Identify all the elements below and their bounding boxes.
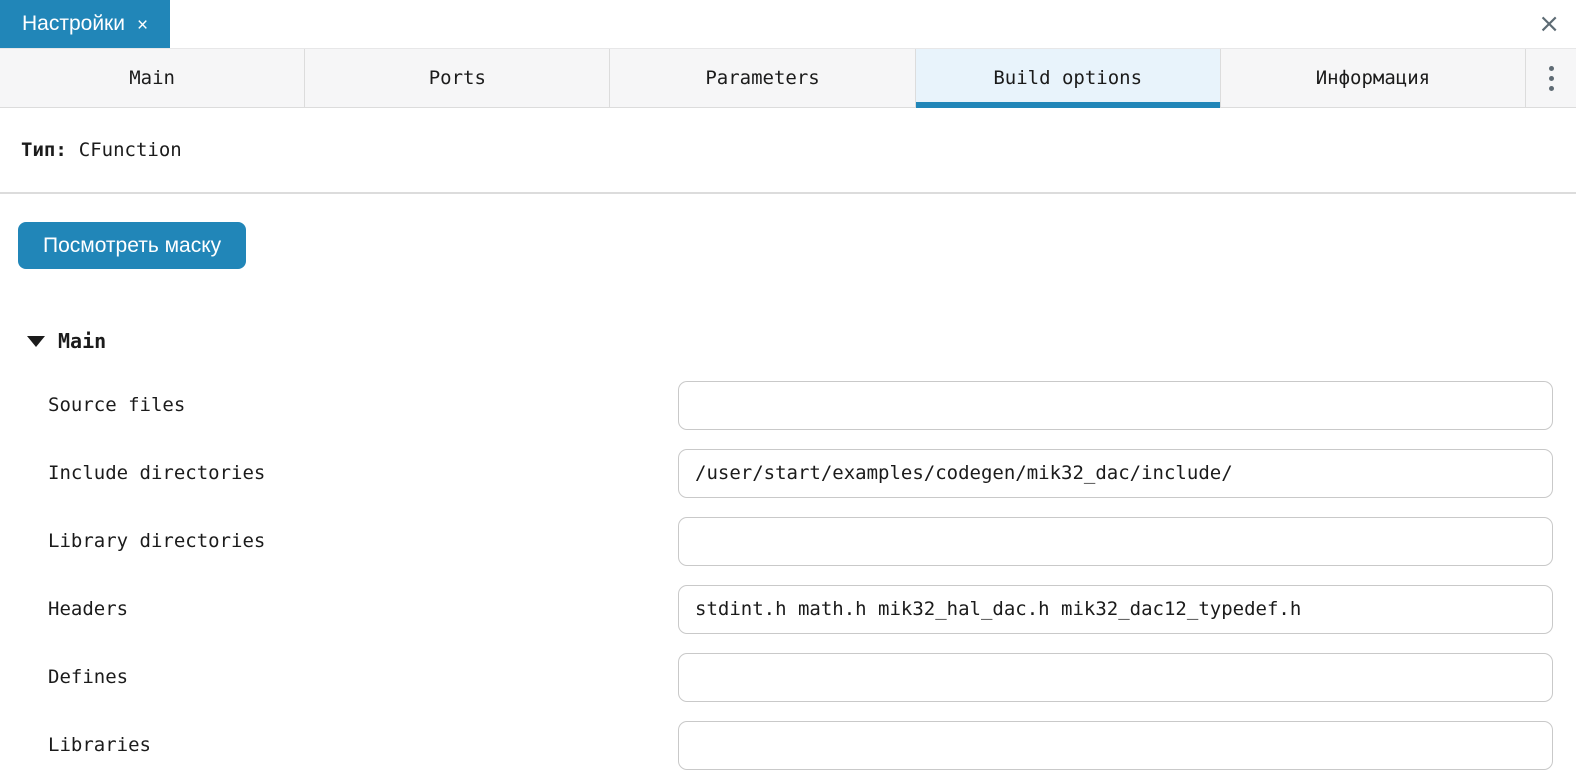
field-label: Library directories xyxy=(48,530,678,552)
field-input[interactable] xyxy=(678,381,1553,430)
build-options-fields: Source files Include directories Library… xyxy=(0,371,1576,779)
document-tab-close-icon[interactable]: × xyxy=(137,14,148,35)
type-label: Тип: xyxy=(21,139,67,161)
type-row: Тип: CFunction xyxy=(0,108,1576,194)
field-row-source-files: Source files xyxy=(0,371,1576,439)
tab-build-options[interactable]: Build options xyxy=(916,49,1221,107)
section-title: Main xyxy=(58,329,106,353)
tab-ports[interactable]: Ports xyxy=(305,49,610,107)
document-tab-strip: Настройки × × xyxy=(0,0,1576,48)
tab-bar: Main Ports Parameters Build options Инфо… xyxy=(0,48,1576,108)
field-label: Defines xyxy=(48,666,678,688)
field-input[interactable] xyxy=(678,721,1553,770)
section-header-main[interactable]: Main xyxy=(27,329,1576,353)
tab-label: Build options xyxy=(993,67,1142,89)
field-label: Include directories xyxy=(48,462,678,484)
tab-label: Ports xyxy=(429,67,486,89)
field-row-headers: Headers xyxy=(0,575,1576,643)
field-label: Libraries xyxy=(48,734,678,756)
field-input[interactable] xyxy=(678,517,1553,566)
tab-overflow-menu[interactable] xyxy=(1526,49,1576,107)
field-input[interactable] xyxy=(678,449,1553,498)
field-input[interactable] xyxy=(678,653,1553,702)
chevron-down-icon xyxy=(27,336,45,347)
type-value: CFunction xyxy=(79,139,182,161)
field-input[interactable] xyxy=(678,585,1553,634)
field-row-libraries: Libraries xyxy=(0,711,1576,779)
tab-label: Main xyxy=(129,67,175,89)
field-label: Headers xyxy=(48,598,678,620)
field-row-library-directories: Library directories xyxy=(0,507,1576,575)
tab-label: Parameters xyxy=(705,67,819,89)
view-mask-button[interactable]: Посмотреть маску xyxy=(18,222,246,269)
tab-main[interactable]: Main xyxy=(0,49,305,107)
tab-информация[interactable]: Информация xyxy=(1221,49,1526,107)
document-tab-title: Настройки xyxy=(22,12,125,36)
document-tab-settings[interactable]: Настройки × xyxy=(0,0,170,48)
kebab-menu-icon xyxy=(1549,66,1554,91)
tab-label: Информация xyxy=(1316,67,1430,89)
tab-parameters[interactable]: Parameters xyxy=(610,49,915,107)
field-row-defines: Defines xyxy=(0,643,1576,711)
field-row-include-directories: Include directories xyxy=(0,439,1576,507)
field-label: Source files xyxy=(48,394,678,416)
panel-close-icon[interactable]: × xyxy=(1538,11,1560,37)
